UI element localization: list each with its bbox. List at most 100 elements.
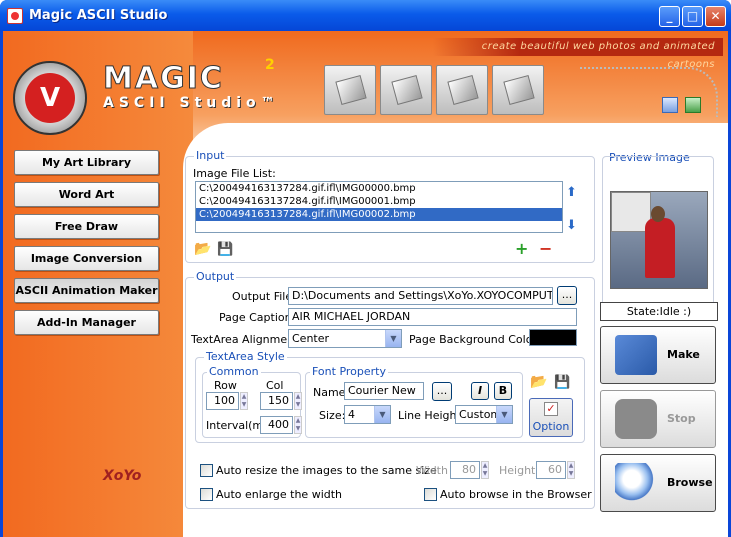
add-icon[interactable]: + xyxy=(515,239,528,258)
font-size-select[interactable]: 4 ▼ xyxy=(344,405,391,424)
chevron-down-icon[interactable]: ▼ xyxy=(496,406,512,423)
font-size-label: Size: xyxy=(319,409,346,422)
player-head xyxy=(651,206,665,222)
client-area: create beautiful web photos and animated… xyxy=(3,31,728,537)
move-up-icon[interactable]: ⬆ xyxy=(566,185,577,200)
col-label: Col xyxy=(266,379,284,392)
minimize-button[interactable]: _ xyxy=(659,6,680,27)
textarea-style-label: TextArea Style xyxy=(204,350,287,363)
interval-spinner[interactable]: ▲ ▼ xyxy=(294,416,302,434)
brand-logo: XoYo xyxy=(103,468,142,484)
logo-superscript: 2 xyxy=(265,57,275,73)
stop-label: Stop xyxy=(667,412,696,425)
row-input[interactable]: 100 xyxy=(206,392,239,410)
sidebar-item-image-conversion[interactable]: Image Conversion xyxy=(14,246,159,271)
move-down-icon[interactable]: ⬇ xyxy=(566,218,577,233)
bold-button[interactable]: B xyxy=(494,382,512,400)
alignment-label: TextArea Alignment: xyxy=(191,333,303,346)
stop-hand-icon xyxy=(615,399,657,439)
font-size-value: 4 xyxy=(348,408,355,421)
preview-image xyxy=(610,191,708,289)
auto-resize-label: Auto resize the images to the same size xyxy=(216,464,437,477)
tool-icon xyxy=(503,75,535,105)
output-file-label: Output File: xyxy=(232,290,296,303)
width-spinner[interactable]: ▲ ▼ xyxy=(481,461,489,479)
common-group-label: Common xyxy=(207,365,261,378)
make-button[interactable]: Make xyxy=(600,326,716,384)
save-style-icon[interactable]: 💾 xyxy=(554,375,570,390)
height-input[interactable]: 60 xyxy=(536,461,566,479)
tool-icon xyxy=(447,75,479,105)
logo-v-mark: V xyxy=(25,73,75,123)
stop-button[interactable]: Stop xyxy=(600,390,716,448)
font-browse-button[interactable]: ... xyxy=(432,382,452,401)
output-browse-button[interactable]: ... xyxy=(557,286,577,305)
row-spinner[interactable]: ▲ ▼ xyxy=(240,392,248,410)
title-bar[interactable]: Magic ASCII Studio _ □ ✕ xyxy=(0,0,731,31)
logo-subtitle: ASCII Studio™ xyxy=(103,95,280,111)
height-spinner[interactable]: ▲ ▼ xyxy=(567,461,575,479)
copy-icon[interactable] xyxy=(662,97,678,113)
line-height-value: Custom xyxy=(459,408,502,421)
auto-enlarge-checkbox[interactable] xyxy=(200,488,213,501)
auto-browse-checkbox[interactable] xyxy=(424,488,437,501)
app-icon xyxy=(7,8,23,24)
interval-input[interactable]: 400 xyxy=(260,416,293,434)
maximize-button[interactable]: □ xyxy=(682,6,703,27)
alignment-value: Center xyxy=(292,332,330,345)
sidebar-item-free-draw[interactable]: Free Draw xyxy=(14,214,159,239)
sidebar-item-word-art[interactable]: Word Art xyxy=(14,182,159,207)
output-file-input[interactable]: D:\Documents and Settings\XoYo.XOYOCOMPU… xyxy=(288,287,553,305)
checkmark-icon: ✓ xyxy=(544,402,558,416)
page-caption-label: Page Caption: xyxy=(219,311,296,324)
player-figure xyxy=(645,218,675,278)
col-input[interactable]: 150 xyxy=(260,392,293,410)
list-item[interactable]: C:\200494163137284.gif.ifl\IMG00002.bmp xyxy=(196,208,562,221)
chevron-down-icon[interactable]: ▼ xyxy=(374,406,390,423)
browse-button[interactable]: Browse xyxy=(600,454,716,512)
row-label: Row xyxy=(214,379,237,392)
sidebar-item-add-in-manager[interactable]: Add-In Manager xyxy=(14,310,159,335)
auto-enlarge-label: Auto enlarge the width xyxy=(216,488,343,501)
tool-icon xyxy=(335,75,367,105)
status-text: State:Idle :) xyxy=(600,302,718,321)
line-height-select[interactable]: Custom ▼ xyxy=(455,405,513,424)
logo-title: MAGIC xyxy=(103,61,224,97)
alignment-select[interactable]: Center ▼ xyxy=(288,329,402,348)
toolbar-button-1[interactable] xyxy=(324,65,376,115)
open-style-icon[interactable]: 📂 xyxy=(530,374,547,390)
sidebar-item-ascii-animation-maker[interactable]: ASCII Animation Maker xyxy=(14,278,159,303)
width-label: Width xyxy=(416,464,448,477)
network-icon[interactable] xyxy=(685,97,701,113)
height-label: Height xyxy=(499,464,536,477)
col-spinner[interactable]: ▲ ▼ xyxy=(294,392,302,410)
option-label: Option xyxy=(532,420,570,433)
auto-browse-label: Auto browse in the Browser xyxy=(440,488,592,501)
close-button[interactable]: ✕ xyxy=(705,6,726,27)
output-group-label: Output xyxy=(194,270,237,283)
file-list-label: Image File List: xyxy=(193,167,276,180)
list-item[interactable]: C:\200494163137284.gif.ifl\IMG00001.bmp xyxy=(196,195,562,208)
browse-label: Browse xyxy=(667,476,713,489)
remove-icon[interactable]: − xyxy=(539,239,552,258)
toolbar-button-4[interactable] xyxy=(492,65,544,115)
page-caption-input[interactable]: AIR MICHAEL JORDAN xyxy=(288,308,577,326)
auto-resize-checkbox[interactable] xyxy=(200,464,213,477)
background-color-swatch[interactable] xyxy=(529,329,577,346)
open-folder-icon[interactable]: 📂 xyxy=(194,241,211,257)
list-item[interactable]: C:\200494163137284.gif.ifl\IMG00000.bmp xyxy=(196,182,562,195)
save-icon[interactable]: 💾 xyxy=(217,242,233,257)
option-button[interactable]: ✓ Option xyxy=(529,398,573,437)
chevron-down-icon[interactable]: ▼ xyxy=(385,330,401,347)
width-input[interactable]: 80 xyxy=(450,461,480,479)
toolbar-button-2[interactable] xyxy=(380,65,432,115)
font-property-label: Font Property xyxy=(310,365,388,378)
font-name-input[interactable]: Courier New xyxy=(344,382,424,400)
italic-button[interactable]: I xyxy=(471,382,489,400)
background-color-label: Page Background Color: xyxy=(409,333,541,346)
sidebar-item-my-art-library[interactable]: My Art Library xyxy=(14,150,159,175)
input-group-label: Input xyxy=(194,149,227,162)
toolbar-button-3[interactable] xyxy=(436,65,488,115)
image-file-list[interactable]: C:\200494163137284.gif.ifl\IMG00000.bmp … xyxy=(195,181,563,233)
make-label: Make xyxy=(667,348,700,361)
